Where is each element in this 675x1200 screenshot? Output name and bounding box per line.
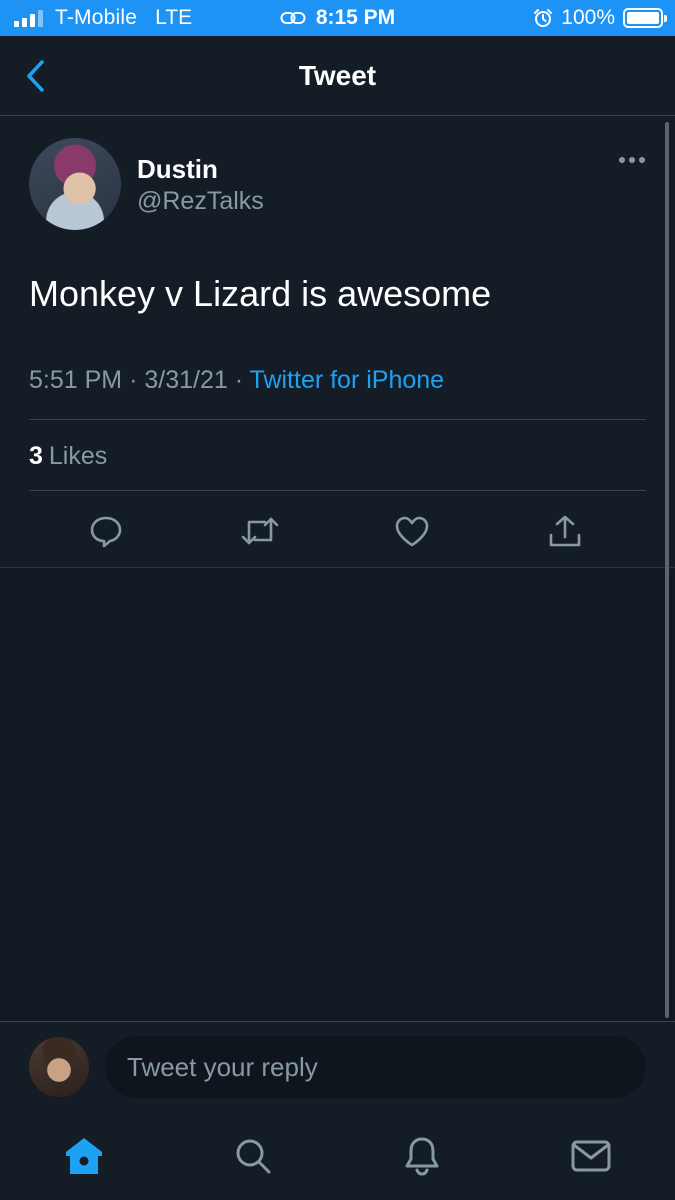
- tab-bar: [0, 1113, 675, 1200]
- tweet-text: Monkey v Lizard is awesome: [29, 273, 492, 314]
- retweet-icon: [241, 517, 279, 545]
- like-button[interactable]: [388, 507, 436, 555]
- status-bar: T-Mobile LTE 8:15 PM 100%: [0, 0, 675, 36]
- home-icon: [66, 1138, 102, 1174]
- reply-button[interactable]: [82, 507, 130, 555]
- reply-composer: [0, 1021, 675, 1113]
- status-time: 8:15 PM: [315, 6, 396, 29]
- more-dot-icon: [629, 157, 635, 163]
- page-title: Tweet: [298, 60, 377, 91]
- scrollbar[interactable]: [665, 122, 669, 1018]
- link-icon: [280, 12, 306, 24]
- battery-icon: [623, 8, 667, 28]
- tweet-time: 5:51 PM: [29, 366, 123, 394]
- more-dot-icon: [619, 157, 625, 163]
- tweet-meta: 5:51 PM · 3/31/21 · Twitter for iPhone: [29, 366, 444, 395]
- meta-separator: ·: [234, 366, 244, 394]
- more-dot-icon: [639, 157, 645, 163]
- tab-notifications[interactable]: [397, 1131, 447, 1181]
- retweet-button[interactable]: [236, 507, 284, 555]
- tab-home[interactable]: [59, 1131, 109, 1181]
- divider: [29, 490, 646, 491]
- meta-separator: ·: [129, 366, 138, 394]
- tweet-actions: [0, 507, 675, 555]
- likes-count: 3: [29, 442, 43, 470]
- tweet-date: 3/31/21: [144, 366, 228, 394]
- tab-search[interactable]: [228, 1131, 278, 1181]
- notifications-icon: [405, 1137, 439, 1176]
- reply-input[interactable]: [105, 1036, 646, 1098]
- tab-messages[interactable]: [566, 1131, 616, 1181]
- likes-stat[interactable]: 3 Likes: [29, 442, 107, 471]
- author-avatar[interactable]: [29, 138, 121, 230]
- battery-percent: 100%: [561, 6, 615, 29]
- search-icon: [236, 1139, 271, 1174]
- likes-label: Likes: [48, 442, 108, 470]
- share-icon: [549, 515, 581, 547]
- replies-area: [0, 569, 675, 1021]
- author-handle[interactable]: @RezTalks: [137, 187, 264, 216]
- nav-header: Tweet: [0, 36, 675, 116]
- current-user-avatar[interactable]: [29, 1037, 89, 1097]
- like-icon: [395, 516, 429, 547]
- reply-icon: [90, 516, 122, 548]
- messages-icon: [571, 1140, 611, 1172]
- status-bar-right: 100%: [533, 0, 667, 36]
- more-options-button[interactable]: [619, 157, 645, 163]
- divider: [29, 419, 646, 420]
- tweet-source-link[interactable]: Twitter for iPhone: [250, 366, 445, 394]
- alarm-icon: [534, 9, 553, 27]
- author-name[interactable]: Dustin: [137, 154, 218, 185]
- share-button[interactable]: [541, 507, 589, 555]
- tweet-detail: Dustin @RezTalks Monkey v Lizard is awes…: [0, 117, 675, 568]
